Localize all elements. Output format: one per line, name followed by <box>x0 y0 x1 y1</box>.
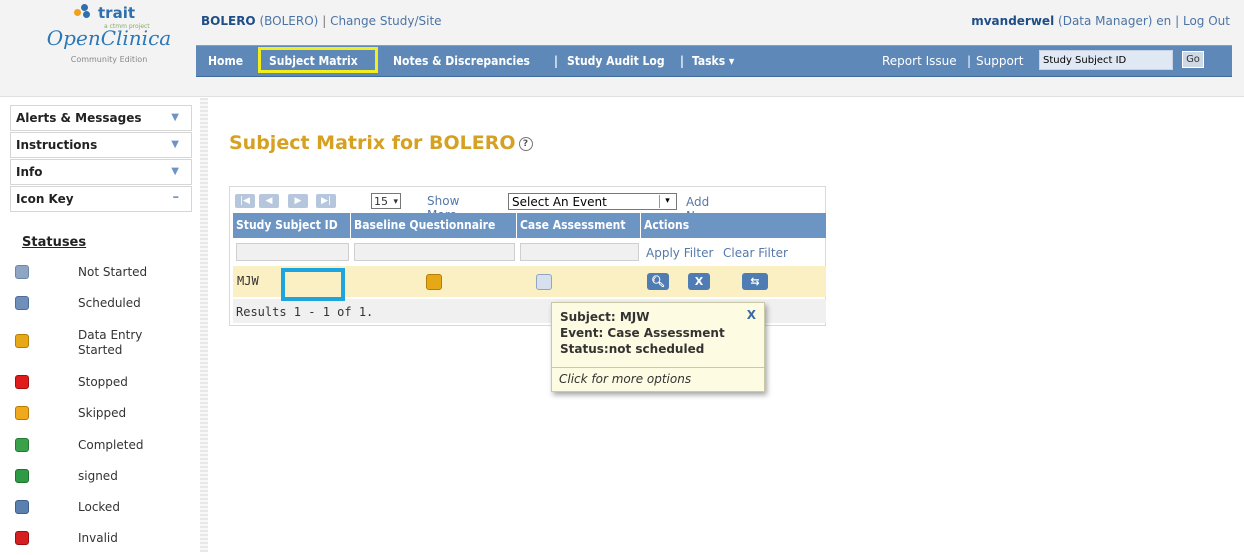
col-study-subject-id[interactable]: Study Subject ID <box>233 213 351 238</box>
clear-filter-link[interactable]: Clear Filter <box>723 246 788 260</box>
header-bar: trait a ctmm project OpenClinica Communi… <box>0 0 1244 97</box>
main-nav: Home Subject Matrix Notes & Discrepancie… <box>196 45 1232 77</box>
popup-status: Status:not scheduled <box>560 342 705 356</box>
subject-id-cell[interactable]: MJW <box>237 274 259 288</box>
invalid-icon <box>15 531 29 545</box>
status-completed: Completed <box>10 438 180 462</box>
product-name: OpenClinica <box>46 26 172 50</box>
remove-subject-button[interactable]: X <box>688 273 710 290</box>
edition-label: Community Edition <box>70 55 148 64</box>
nav-study-audit-log[interactable]: Study Audit Log <box>567 54 665 68</box>
openclinica-logo[interactable]: trait a ctmm project OpenClinica Communi… <box>34 2 184 94</box>
chevron-down-icon: ▼ <box>171 166 179 177</box>
first-page-icon[interactable]: |◀ <box>235 194 255 208</box>
statuses-heading: Statuses <box>22 235 87 250</box>
stopped-icon <box>15 375 29 389</box>
signed-icon <box>15 469 29 483</box>
col-case-assessment[interactable]: Case Assessment <box>517 213 641 238</box>
help-icon[interactable]: ? <box>518 136 533 151</box>
sidebar-splitter[interactable] <box>200 98 208 552</box>
not-started-icon[interactable] <box>536 274 552 290</box>
logout-link[interactable]: Log Out <box>1183 14 1230 28</box>
view-subject-button[interactable]: 🔍︎ <box>647 273 669 290</box>
nav-notes-discrepancies[interactable]: Notes & Discrepancies <box>393 54 530 68</box>
filter-baseline[interactable] <box>354 243 515 261</box>
completed-icon <box>15 438 29 452</box>
user-role: (Data Manager) <box>1058 14 1153 28</box>
popup-subject: Subject: MJW <box>560 310 650 324</box>
subject-search-input[interactable]: Study Subject ID <box>1039 50 1173 70</box>
minus-icon: – <box>172 190 180 205</box>
popup-more-options-link[interactable]: Click for more options <box>559 372 691 386</box>
trait-dots-icon <box>74 4 96 18</box>
filter-subject-id[interactable] <box>236 243 349 261</box>
sidebar-info[interactable]: Info ▼ <box>10 159 192 185</box>
sidebar-icon-key[interactable]: Icon Key – <box>10 186 192 212</box>
status-not-started: Not Started <box>10 265 180 289</box>
status-locked: Locked <box>10 500 180 524</box>
filter-row: Apply Filter Clear Filter <box>233 240 826 264</box>
status-stopped: Stopped <box>10 375 180 399</box>
skipped-icon <box>15 406 29 420</box>
scheduled-icon <box>15 296 29 310</box>
next-page-icon[interactable]: ▶ <box>288 194 308 208</box>
status-invalid: Invalid <box>10 531 180 555</box>
apply-filter-link[interactable]: Apply Filter <box>646 246 713 260</box>
event-select[interactable]: Select An Event ▾ <box>508 193 677 210</box>
sidebar: Alerts & Messages ▼ Instructions ▼ Info ▼ I… <box>10 102 192 552</box>
status-skipped: Skipped <box>10 406 180 430</box>
col-actions: Actions <box>644 218 690 232</box>
status-data-entry-started: Data Entry Started <box>10 328 180 362</box>
page-title: Subject Matrix for BOLERO? <box>229 132 533 154</box>
nav-home[interactable]: Home <box>208 54 243 68</box>
status-scheduled: Scheduled <box>10 296 180 320</box>
reassign-subject-button[interactable]: ⇆ <box>742 273 768 290</box>
chevron-down-icon: ▾ <box>393 197 398 207</box>
trait-logo: trait <box>74 4 135 22</box>
col-baseline-questionnaire[interactable]: Baseline Questionnaire <box>351 213 517 238</box>
status-signed: signed <box>10 469 180 493</box>
magnifier-icon: 🔍︎ <box>651 275 665 288</box>
event-popup: Subject: MJW Event: Case Assessment Stat… <box>551 302 765 392</box>
filter-case-assessment[interactable] <box>520 243 639 261</box>
report-issue-link[interactable]: Report Issue <box>882 54 957 68</box>
data-entry-started-icon <box>15 334 29 348</box>
close-icon[interactable]: X <box>747 308 756 322</box>
go-button[interactable]: Go <box>1182 51 1204 68</box>
user-info: mvanderwel (Data Manager) en | Log Out <box>971 14 1230 28</box>
study-info: BOLERO (BOLERO) | Change Study/Site <box>201 14 442 28</box>
sidebar-instructions[interactable]: Instructions ▼ <box>10 132 192 158</box>
change-study-link[interactable]: Change Study/Site <box>330 14 442 28</box>
data-entry-started-icon[interactable] <box>426 274 442 290</box>
last-page-icon[interactable]: ▶| <box>316 194 336 208</box>
support-link[interactable]: Support <box>976 54 1023 68</box>
language-link[interactable]: en <box>1156 14 1171 28</box>
case-assessment-highlight <box>281 268 345 301</box>
locked-icon <box>15 500 29 514</box>
popup-event: Event: Case Assessment <box>560 326 725 340</box>
study-name: BOLERO <box>201 14 256 28</box>
user-name[interactable]: mvanderwel <box>971 14 1054 28</box>
table-header: Study Subject ID Baseline Questionnaire … <box>233 213 826 238</box>
nav-tasks[interactable]: Tasks ▾ <box>692 54 734 68</box>
reassign-icon: ⇆ <box>750 275 760 288</box>
chevron-down-icon: ▼ <box>171 112 179 123</box>
prev-page-icon[interactable]: ◀ <box>259 194 279 208</box>
chevron-down-icon: ▼ <box>171 139 179 150</box>
tasks-dropdown-icon: ▾ <box>728 54 735 68</box>
chevron-down-icon: ▾ <box>659 195 675 208</box>
results-count: Results 1 - 1 of 1. <box>236 305 374 319</box>
sidebar-alerts-messages[interactable]: Alerts & Messages ▼ <box>10 105 192 131</box>
study-code: (BOLERO) <box>259 14 319 28</box>
not-started-icon <box>15 265 29 279</box>
page-size-select[interactable]: 15 ▾ <box>371 193 401 209</box>
popup-divider <box>552 367 764 368</box>
nav-subject-matrix[interactable]: Subject Matrix <box>269 54 358 68</box>
